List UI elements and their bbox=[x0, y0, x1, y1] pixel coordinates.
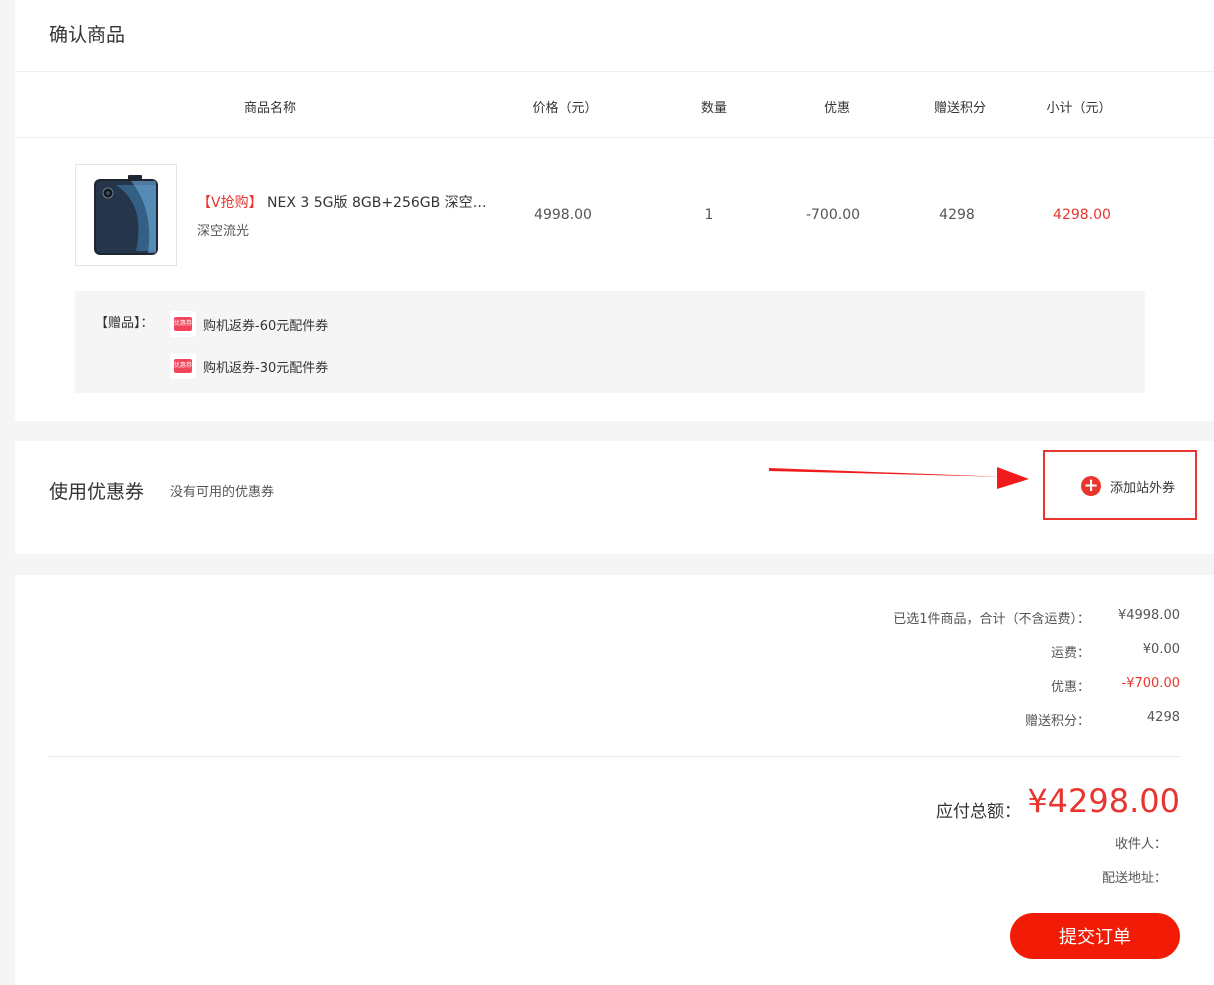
product-quantity: 1 bbox=[704, 207, 714, 223]
order-summary-section: 已选1件商品，合计（不含运费）： ¥4998.00 运费： ¥0.00 优惠： … bbox=[15, 575, 1214, 985]
summary-label: 赠送积分： bbox=[1024, 714, 1090, 729]
divider bbox=[15, 137, 1214, 138]
submit-order-button[interactable]: 提交订单 bbox=[1010, 913, 1180, 959]
add-external-coupon-button[interactable]: + 添加站外券 bbox=[1081, 476, 1175, 496]
col-header-subtotal: 小计（元） bbox=[1046, 101, 1112, 116]
add-external-coupon-label: 添加站外券 bbox=[1110, 480, 1176, 496]
summary-label: 优惠： bbox=[1050, 680, 1090, 695]
product-thumbnail[interactable] bbox=[75, 164, 177, 266]
product-subtotal: 4298.00 bbox=[1053, 207, 1111, 223]
col-header-points: 赠送积分 bbox=[933, 101, 987, 116]
summary-value: 4298 bbox=[1146, 710, 1180, 725]
total-amount: ¥4298.00 bbox=[1027, 782, 1180, 820]
gift-item-label: 购机返券-60元配件券 bbox=[203, 318, 329, 334]
coupon-status: 没有可用的优惠券 bbox=[170, 485, 275, 500]
col-header-price: 价格（元） bbox=[532, 101, 598, 116]
summary-value: ¥4998.00 bbox=[1117, 608, 1180, 623]
section-title-coupon: 使用优惠券 bbox=[49, 481, 145, 503]
col-header-quantity: 数量 bbox=[700, 101, 728, 116]
summary-label: 已选1件商品，合计（不含运费）： bbox=[893, 612, 1090, 627]
product-variant: 深空流光 bbox=[197, 224, 250, 239]
summary-value: -¥700.00 bbox=[1121, 676, 1180, 691]
product-promo-tag: 【V抢购】 bbox=[197, 195, 263, 211]
col-header-discount: 优惠 bbox=[823, 101, 851, 116]
annotation-arrow-icon bbox=[769, 467, 1029, 489]
gift-item: 优惠券 购机返券-60元配件券 bbox=[170, 311, 328, 337]
address-label: 配送地址： bbox=[1101, 871, 1167, 886]
product-price: 4998.00 bbox=[534, 207, 592, 223]
col-header-name: 商品名称 bbox=[243, 101, 297, 116]
summary-value: ¥0.00 bbox=[1142, 642, 1180, 657]
phone-image bbox=[94, 175, 158, 255]
confirm-products-section: 确认商品 商品名称 价格（元） 数量 优惠 赠送积分 小计（元） 【V抢购】 N… bbox=[15, 0, 1214, 421]
product-name[interactable]: 【V抢购】 NEX 3 5G版 8GB+256GB 深空流光 bbox=[197, 192, 487, 212]
total-label: 应付总额： bbox=[936, 802, 1021, 822]
product-points: 4298 bbox=[939, 207, 975, 223]
divider bbox=[15, 71, 1214, 72]
receiver-label: 收件人： bbox=[1114, 837, 1167, 852]
summary-row-points: 赠送积分： 4298 bbox=[715, 710, 1180, 730]
gift-box: 【赠品】： 优惠券 购机返券-60元配件券 优惠券 购机返券-30元配件券 bbox=[75, 291, 1145, 393]
coupon-icon: 优惠券 bbox=[170, 353, 196, 379]
product-name-text: NEX 3 5G版 8GB+256GB 深空流光 bbox=[267, 195, 487, 211]
summary-row-subtotal: 已选1件商品，合计（不含运费）： ¥4998.00 bbox=[715, 608, 1180, 628]
gift-item-label: 购机返券-30元配件券 bbox=[203, 360, 329, 376]
coupon-icon: 优惠券 bbox=[170, 311, 196, 337]
gift-item: 优惠券 购机返券-30元配件券 bbox=[170, 353, 328, 379]
summary-row-discount: 优惠： -¥700.00 bbox=[715, 676, 1180, 696]
plus-circle-icon: + bbox=[1081, 476, 1101, 496]
gift-label: 【赠品】： bbox=[95, 316, 154, 331]
product-discount: -700.00 bbox=[805, 207, 861, 223]
summary-row-shipping: 运费： ¥0.00 bbox=[715, 642, 1180, 662]
summary-label: 运费： bbox=[1050, 646, 1090, 661]
divider bbox=[49, 756, 1180, 757]
section-title-confirm-products: 确认商品 bbox=[49, 24, 126, 46]
coupon-section: 使用优惠券 没有可用的优惠券 + 添加站外券 bbox=[15, 441, 1214, 554]
